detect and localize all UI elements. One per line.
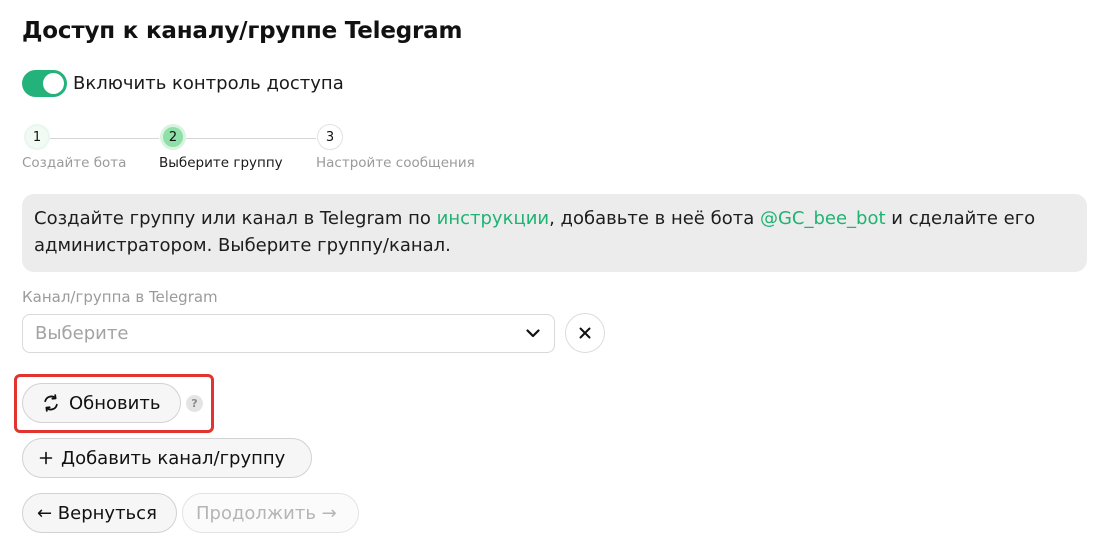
info-text-middle: , добавьте в неё бота <box>549 208 760 229</box>
instructions-link[interactable]: инструкции <box>437 208 549 229</box>
plus-icon <box>39 451 53 465</box>
step-2[interactable]: 2 Выберите группу <box>159 124 283 171</box>
step-connector <box>49 138 159 139</box>
access-control-toggle[interactable] <box>22 70 67 97</box>
continue-button-label: Продолжить → <box>196 502 337 524</box>
back-button[interactable]: ← Вернуться <box>22 493 177 533</box>
access-control-label[interactable]: Включить контроль доступа <box>73 73 344 94</box>
close-icon <box>579 327 591 339</box>
continue-button[interactable]: Продолжить → <box>182 493 359 533</box>
channel-select-placeholder: Выберите <box>35 323 129 344</box>
step-connector <box>186 138 316 139</box>
back-button-label: ← Вернуться <box>37 502 157 524</box>
step-3[interactable]: 3 Настройте сообщения <box>316 124 475 171</box>
channel-select[interactable]: Выберите <box>22 314 555 353</box>
chevron-down-icon <box>524 325 542 343</box>
help-icon[interactable]: ? <box>186 395 203 412</box>
step-1[interactable]: 1 Создайте бота <box>22 124 126 171</box>
page: Доступ к каналу/группе Telegram Включить… <box>0 0 1108 546</box>
clear-selection-button[interactable] <box>565 313 605 353</box>
step-1-label: Создайте бота <box>22 155 127 171</box>
instructions-info-box: Создайте группу или канал в Telegram по … <box>22 194 1087 272</box>
info-text-start: Создайте группу или канал в Telegram по <box>34 208 437 229</box>
step-2-label: Выберите группу <box>159 155 283 171</box>
page-title: Доступ к каналу/группе Telegram <box>22 18 463 44</box>
add-channel-button-label: Добавить канал/группу <box>61 447 286 469</box>
access-control-toggle-row: Включить контроль доступа <box>22 70 344 97</box>
refresh-button-label: Обновить <box>69 392 161 414</box>
channel-field-label: Канал/группа в Telegram <box>22 288 218 306</box>
stepper: 1 Создайте бота 2 Выберите группу 3 Наст… <box>22 124 492 174</box>
add-channel-button[interactable]: Добавить канал/группу <box>22 438 312 478</box>
bot-link[interactable]: @GC_bee_bot <box>760 208 886 229</box>
step-2-indicator: 2 <box>160 124 186 150</box>
refresh-button[interactable]: Обновить <box>22 383 181 423</box>
step-1-indicator: 1 <box>24 124 50 150</box>
toggle-knob <box>43 73 64 94</box>
step-3-label: Настройте сообщения <box>316 155 475 171</box>
refresh-icon <box>41 393 61 413</box>
step-3-indicator: 3 <box>317 124 343 150</box>
